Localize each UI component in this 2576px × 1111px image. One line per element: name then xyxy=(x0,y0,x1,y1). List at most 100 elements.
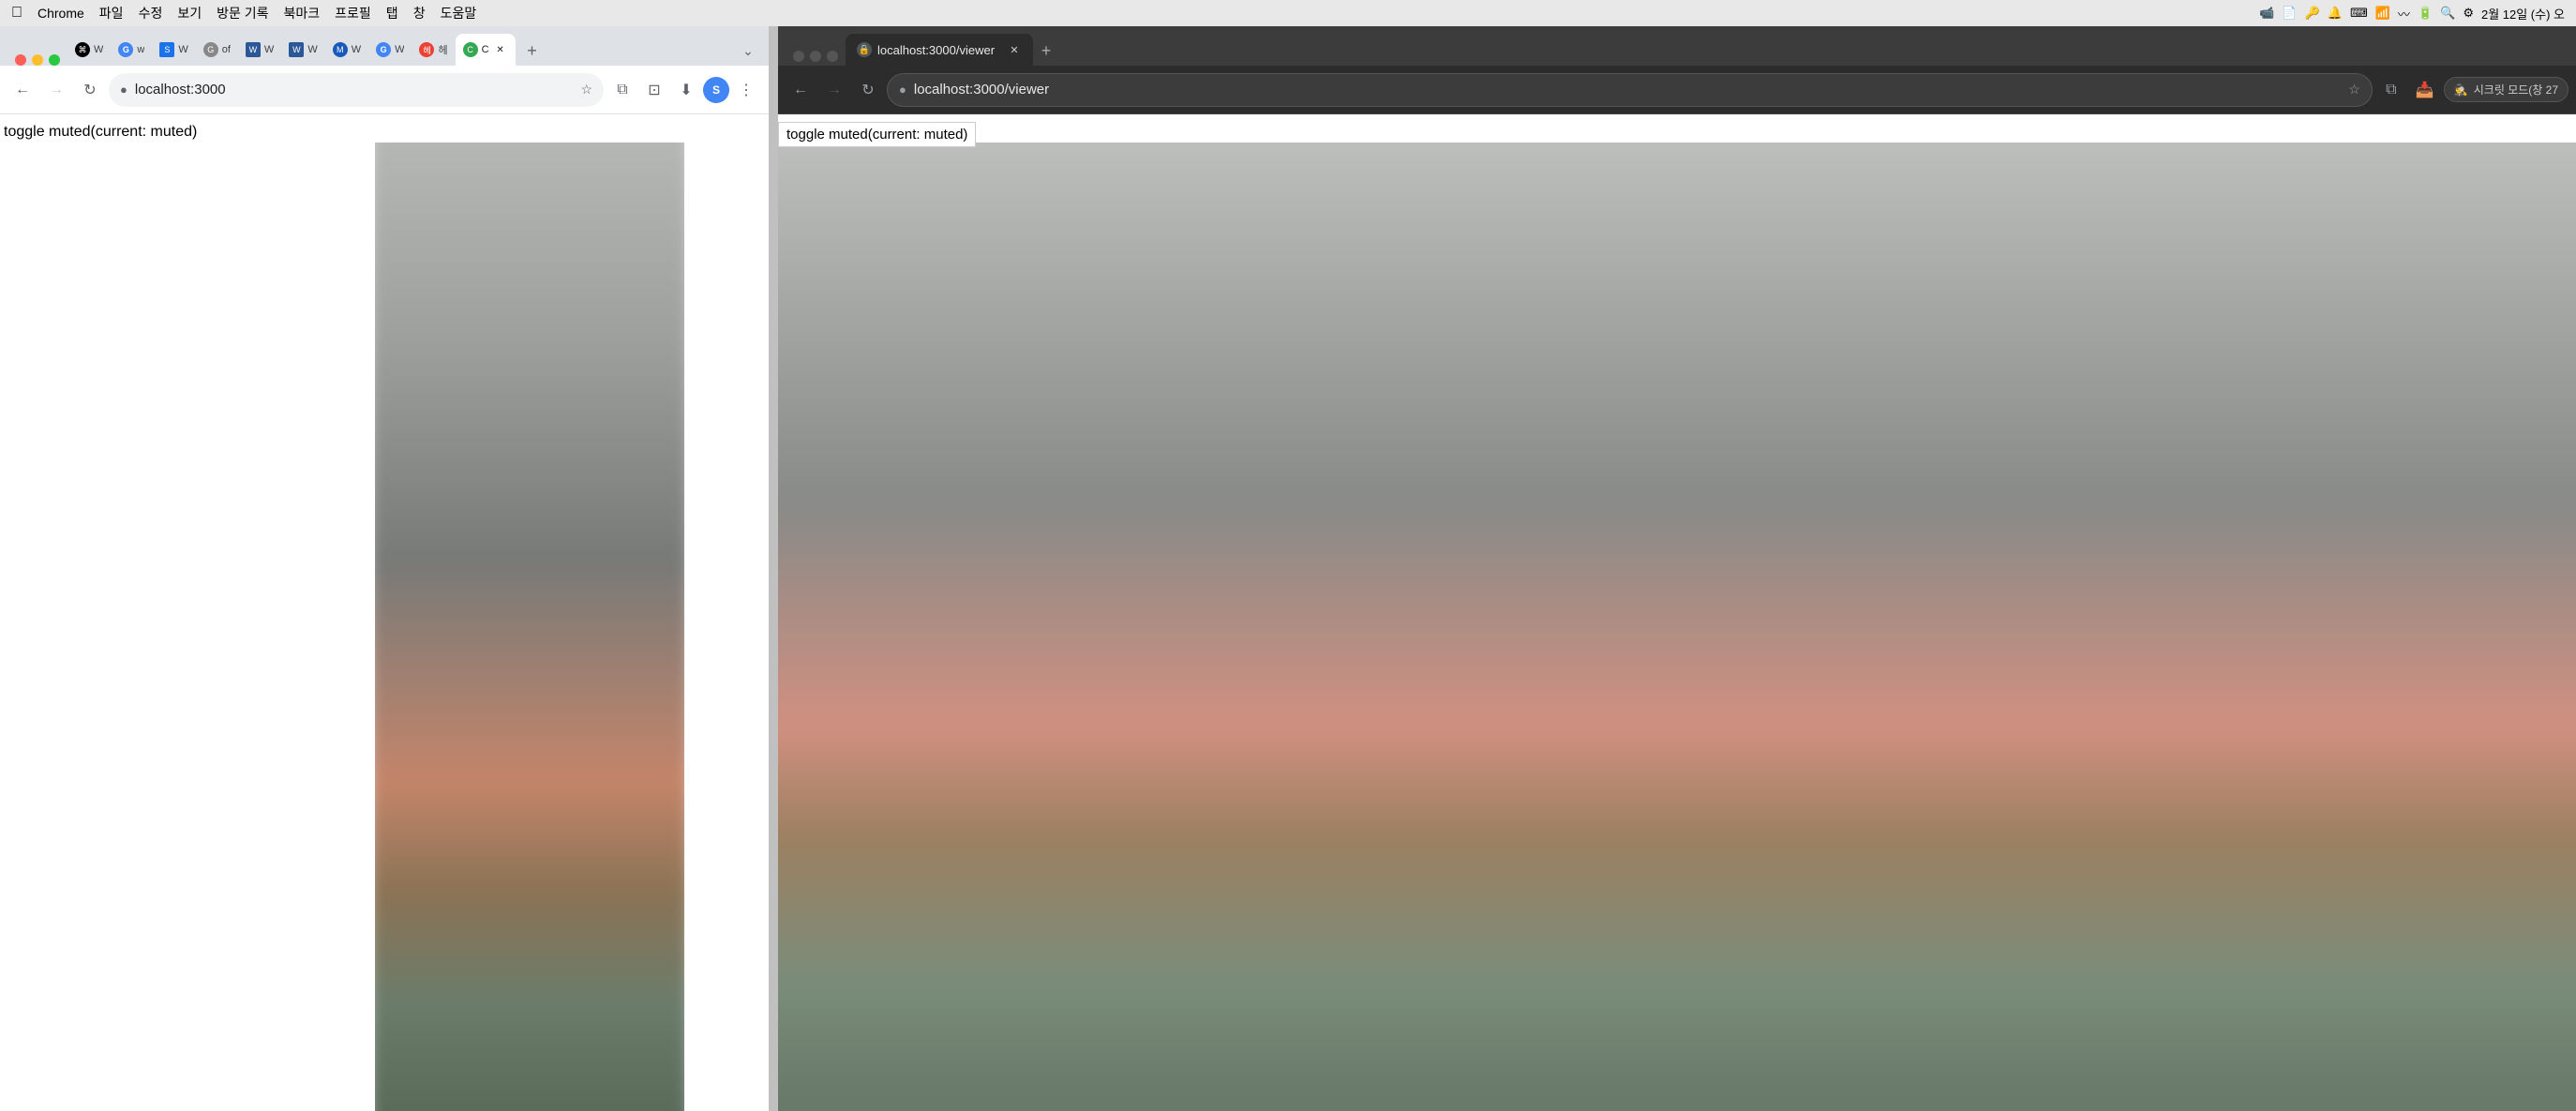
minimize-window-button[interactable] xyxy=(32,54,43,66)
system-tray: 📹 📄 🔑 🔔 ⌨ 📶 〰 🔋 🔍 ⚙ 2월 12일 (수) 오 xyxy=(2259,0,2576,26)
tab-overflow-button[interactable]: ⌄ xyxy=(735,38,761,64)
forward-button-right[interactable]: → xyxy=(819,75,849,105)
tab-label-4: W xyxy=(264,44,274,55)
menubar-file[interactable]: 파일 xyxy=(99,4,124,23)
menubar-chrome[interactable]: Chrome xyxy=(37,6,84,21)
wifi-icon[interactable]: 📶 xyxy=(2375,6,2390,21)
close-window-button[interactable] xyxy=(15,54,26,66)
address-text-right[interactable]: localhost:3000/viewer xyxy=(914,82,2341,98)
tab-favicon-1: G xyxy=(118,42,133,57)
page-content-right: toggle muted(current: muted) xyxy=(778,114,2576,1111)
tab-favicon-7: G xyxy=(376,42,391,57)
extension-icon[interactable]: ⧉ xyxy=(607,75,637,105)
address-bar-left[interactable]: ● localhost:3000 ☆ xyxy=(109,73,604,107)
tab-favicon-2: S xyxy=(159,42,174,57)
chrome-toolbar-left: ← → ↻ ● localhost:3000 ☆ ⧉ ⊡ ⬇ S ⋮ xyxy=(0,66,769,114)
address-text-left[interactable]: localhost:3000 xyxy=(135,82,574,98)
close-window-button-right[interactable] xyxy=(793,51,804,62)
tab-favicon-6: M xyxy=(333,42,348,57)
tab-close-button[interactable]: ✕ xyxy=(493,42,508,57)
menubar-view[interactable]: 보기 xyxy=(177,4,202,23)
security-icon-right: ● xyxy=(899,83,906,97)
tab-favicon-8: 헤 xyxy=(419,42,434,57)
maximize-window-button-right[interactable] xyxy=(827,51,838,62)
bookmark-icon-right[interactable]: ☆ xyxy=(2348,82,2360,98)
chrome-window-right: 🔒 localhost:3000/viewer ✕ + ← → ↻ ● loca… xyxy=(778,26,2576,1111)
tab-6[interactable]: M W xyxy=(325,34,368,66)
battery-icon[interactable]: 🔋 xyxy=(2418,6,2433,21)
extension-icon-right[interactable]: ⧉ xyxy=(2376,75,2406,105)
key-icon[interactable]: 🔑 xyxy=(2305,6,2320,21)
bookmark-icon[interactable]: ☆ xyxy=(580,82,592,98)
minimize-window-button-right[interactable] xyxy=(810,51,821,62)
menubar-history[interactable]: 방문 기록 xyxy=(217,4,268,23)
tab-label-viewer: localhost:3000/viewer xyxy=(877,43,995,57)
bookmark-mgr-icon-right[interactable]: 📥 xyxy=(2410,75,2440,105)
address-bar-right[interactable]: ● localhost:3000/viewer ☆ xyxy=(887,73,2373,107)
menubar-help[interactable]: 도움말 xyxy=(441,4,477,23)
toggle-muted-button-right[interactable]: toggle muted(current: muted) xyxy=(778,122,976,147)
tab-7[interactable]: G W xyxy=(368,34,412,66)
secret-mode-badge: 🕵 시크릿 모드(창 27 xyxy=(2444,77,2569,102)
secret-mode-label: 시크릿 모드(창 27 xyxy=(2474,82,2558,98)
tab-1[interactable]: G w xyxy=(111,34,152,66)
back-button-right[interactable]: ← xyxy=(786,75,816,105)
security-icon: ● xyxy=(120,83,127,97)
keyboard-icon[interactable]: ⌨ xyxy=(2350,6,2368,21)
reload-button[interactable]: ↻ xyxy=(75,75,105,105)
menubar:  Chrome 파일 수정 보기 방문 기록 북마크 프로필 탭 창 도움말 xyxy=(0,0,2576,26)
traffic-lights-right xyxy=(786,51,846,62)
chrome-toolbar-right: ← → ↻ ● localhost:3000/viewer ☆ ⧉ 📥 🕵 시크… xyxy=(778,66,2576,114)
apple-menu[interactable]:  xyxy=(11,5,22,22)
camera-icon[interactable]: 📹 xyxy=(2259,6,2274,21)
toggle-muted-button-left[interactable]: toggle muted(current: muted) xyxy=(0,122,201,143)
video-area-right xyxy=(778,143,2576,1111)
tab-label-6: W xyxy=(352,44,361,55)
doc-icon[interactable]: 📄 xyxy=(2282,6,2297,21)
menubar-edit[interactable]: 수정 xyxy=(139,4,163,23)
new-tab-button[interactable]: + xyxy=(519,38,546,64)
video-placeholder-right xyxy=(778,143,2576,1111)
new-tab-button-right[interactable]: + xyxy=(1033,38,1059,64)
video-area-left xyxy=(375,143,684,1111)
menubar-bookmarks[interactable]: 북마크 xyxy=(284,4,321,23)
tab-4[interactable]: W W xyxy=(238,34,281,66)
bell-icon[interactable]: 🔔 xyxy=(2328,6,2343,21)
wifi-signal-icon[interactable]: 〰 xyxy=(2398,5,2410,23)
tab-viewer[interactable]: 🔒 localhost:3000/viewer ✕ xyxy=(846,34,1033,66)
tab-3[interactable]: G of xyxy=(196,34,238,66)
profile-avatar[interactable]: S xyxy=(703,77,729,103)
menubar-tabs[interactable]: 탭 xyxy=(386,4,398,23)
tab-2[interactable]: S W xyxy=(152,34,195,66)
tab-8[interactable]: 헤 헤 xyxy=(412,34,455,66)
tab-label-0: W xyxy=(94,44,103,55)
tab-label-2: W xyxy=(178,44,187,55)
tab-label-active: C xyxy=(482,44,489,55)
reload-button-right[interactable]: ↻ xyxy=(853,75,883,105)
download-icon[interactable]: ⬇ xyxy=(671,75,701,105)
tab-close-button-right[interactable]: ✕ xyxy=(1007,42,1022,57)
cast-icon[interactable]: ⊡ xyxy=(639,75,669,105)
forward-button[interactable]: → xyxy=(41,75,71,105)
datetime-display: 2월 12일 (수) 오 xyxy=(2481,5,2565,23)
tab-favicon-3: G xyxy=(203,42,218,57)
menubar-window[interactable]: 창 xyxy=(413,4,426,23)
search-icon[interactable]: 🔍 xyxy=(2440,6,2455,21)
maximize-window-button[interactable] xyxy=(49,54,60,66)
menubar-profiles[interactable]: 프로필 xyxy=(335,4,371,23)
tab-0[interactable]: ⌘ W xyxy=(67,34,111,66)
tab-active[interactable]: C C ✕ xyxy=(456,34,516,66)
more-options-button[interactable]: ⋮ xyxy=(731,75,761,105)
tab-favicon-4: W xyxy=(246,42,261,57)
traffic-lights-left xyxy=(7,54,67,66)
tab-label-8: 헤 xyxy=(438,42,447,57)
window-gap xyxy=(769,26,778,1111)
tab-label-7: W xyxy=(395,44,404,55)
toolbar-actions-left: ⧉ ⊡ ⬇ S ⋮ xyxy=(607,75,761,105)
back-button[interactable]: ← xyxy=(7,75,37,105)
tab-bar-right: 🔒 localhost:3000/viewer ✕ + xyxy=(778,26,2576,66)
tab-5[interactable]: W W xyxy=(281,34,324,66)
control-icon[interactable]: ⚙ xyxy=(2463,6,2474,21)
tab-bar-left: ⌘ W G w S W G of W W W W M W G W xyxy=(0,26,769,66)
chrome-window-left: ⌘ W G w S W G of W W W W M W G W xyxy=(0,26,769,1111)
